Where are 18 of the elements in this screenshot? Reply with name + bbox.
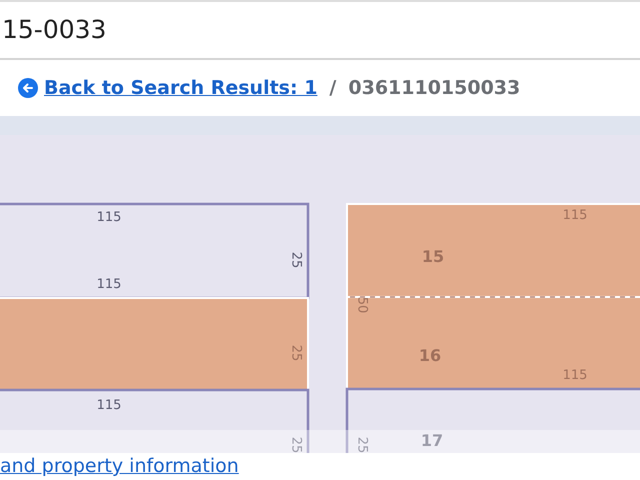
dimension-label: 25 xyxy=(288,252,304,268)
lot-number: 16 xyxy=(418,346,442,365)
parcel-map[interactable]: 115 115 25 25 115 25 15 115 50 16 115 17 25 xyxy=(0,135,640,453)
lot-number: 15 xyxy=(422,247,444,266)
dimension-label: 25 xyxy=(288,344,304,362)
dimension-label: 115 xyxy=(96,398,122,413)
back-link[interactable]: Back to Search Results: 1 xyxy=(18,74,318,102)
property-info-link[interactable]: and property information xyxy=(0,455,239,477)
dimension-label: 115 xyxy=(562,208,588,223)
dimension-label: 25 xyxy=(288,436,304,453)
lot-number: 17 xyxy=(420,431,444,450)
breadcrumb-separator: / xyxy=(329,76,336,101)
dimension-label: 115 xyxy=(96,277,122,292)
dimension-label: 115 xyxy=(562,368,588,383)
dimension-label: 25 xyxy=(354,436,370,453)
dimension-label: 50 xyxy=(354,296,370,314)
dimension-label: 115 xyxy=(96,210,122,225)
breadcrumb-current: 0361110150033 xyxy=(348,76,520,101)
